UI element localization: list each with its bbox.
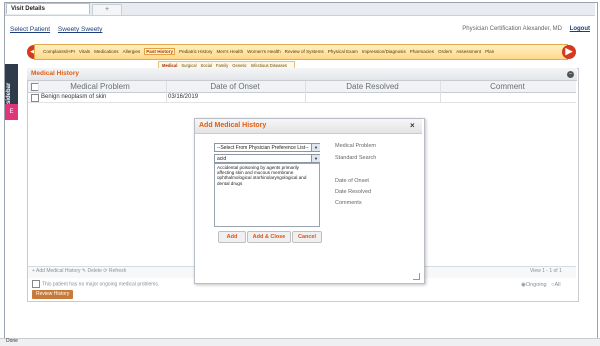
right-arrow-icon[interactable]: ▶ [562, 45, 576, 59]
preference-list-select[interactable]: --Select From Physician Preference List-… [214, 143, 320, 152]
nav-item-vitals[interactable]: Vitals [79, 49, 90, 54]
chevron-down-icon[interactable]: ▼ [311, 155, 320, 162]
nav-item-complaints-hpi[interactable]: Complaints/HPI [43, 49, 75, 54]
nav-item-physical-exam[interactable]: Physical Exam [328, 49, 358, 54]
sidebar-label: sidebar [6, 82, 12, 104]
table-row[interactable] [28, 92, 576, 103]
nav-item-medications[interactable]: Medications [94, 49, 119, 54]
new-tab-button[interactable]: + [92, 4, 122, 16]
add-button[interactable]: Add [218, 231, 246, 243]
sidebar-e-tab[interactable]: E [5, 104, 18, 120]
patient-name-link[interactable]: Sweety Sweety [58, 26, 102, 33]
col-date-of-onset[interactable]: Date of Onset [165, 81, 305, 92]
logout-link[interactable]: Logout [570, 26, 590, 32]
resize-handle-icon[interactable] [413, 273, 420, 280]
label-date-resolved: Date Resolved [335, 189, 372, 195]
section-nav-items: Complaints/HPI Vitals Medications Allergies… [43, 48, 498, 55]
pager-actions[interactable]: + Add Medical History ✎ Delete ⟳ Refresh [32, 268, 126, 274]
label-standard-search: Standard Search [335, 155, 377, 161]
physician-name: Physician Certification Alexander, MD [462, 26, 562, 32]
cell-onset: 03/16/2019 [168, 94, 199, 100]
select-patient-link[interactable]: Select Patient [10, 26, 50, 33]
nav-item-men-s-health[interactable]: Men's Health [216, 49, 243, 54]
list-item[interactable]: dental drugs [217, 181, 317, 186]
col-medical-problem[interactable]: Medical Problem [40, 81, 160, 92]
review-history-button[interactable]: Review History [32, 290, 74, 299]
no-problems-option[interactable]: This patient has no major ongoing medica… [32, 280, 159, 288]
col-date-resolved[interactable]: Date Resolved [305, 81, 440, 92]
nav-item-pharmacies[interactable]: Pharmacies [410, 49, 434, 54]
pager-count: View 1 - 1 of 1 [530, 268, 562, 274]
ongoing-label: Ongoing [525, 282, 547, 288]
user-info: Physician Certification Alexander, MD Lo… [462, 26, 590, 32]
cancel-button[interactable]: Cancel [292, 231, 322, 243]
label-medical-problem: Medical Problem [335, 143, 376, 149]
chevron-down-icon[interactable]: ▼ [311, 144, 320, 151]
nav-item-plan[interactable]: Plan [485, 49, 494, 54]
panel-title: Medical History [31, 70, 80, 77]
tab-visit-details[interactable]: Visit Details [6, 3, 90, 14]
dialog-title: Add Medical History [199, 122, 267, 129]
filter-radios: ◉Ongoing ○All [521, 282, 561, 288]
search-results-list[interactable]: Accidental poisoning by agents primarily… [214, 163, 320, 227]
row-checkbox[interactable] [31, 94, 39, 102]
no-problems-checkbox[interactable] [32, 280, 40, 288]
status-text: Done [6, 338, 18, 344]
add-and-close-button[interactable]: Add & Close [247, 231, 291, 243]
nav-item-pediatric-history[interactable]: Pediatric History [179, 49, 212, 54]
col-comment[interactable]: Comment [440, 81, 575, 92]
nav-item-orders[interactable]: Orders [438, 49, 452, 54]
nav-item-past-history[interactable]: Past History [144, 48, 176, 55]
nav-item-women-s-health[interactable]: Women's Health [247, 49, 280, 54]
no-problems-label: This patient has no major ongoing medica… [42, 281, 160, 288]
label-comments: Comments [335, 200, 362, 206]
nav-item-review-of-systems[interactable]: Review of Systems [285, 49, 324, 54]
section-nav: Complaints/HPI Vitals Medications Allergies… [34, 44, 568, 60]
cell-problem: Benign neoplasm of skin [41, 94, 107, 100]
patient-bar: Select Patient Sweety Sweety [10, 26, 108, 33]
collapse-icon[interactable]: – [567, 71, 574, 78]
nav-item-impression-diagnosis[interactable]: Impression/Diagnosis [362, 49, 406, 54]
panel-header [27, 68, 577, 81]
nav-item-allergies[interactable]: Allergies [123, 49, 141, 54]
all-label: All [554, 282, 561, 288]
list-item[interactable]: ophthalmological otorhinolaryngological … [217, 175, 317, 180]
close-icon[interactable]: × [410, 121, 415, 130]
standard-search-input[interactable]: acid [214, 154, 320, 163]
label-date-of-onset: Date of Onset [335, 178, 369, 184]
nav-item-assessment[interactable]: Assessment [456, 49, 481, 54]
